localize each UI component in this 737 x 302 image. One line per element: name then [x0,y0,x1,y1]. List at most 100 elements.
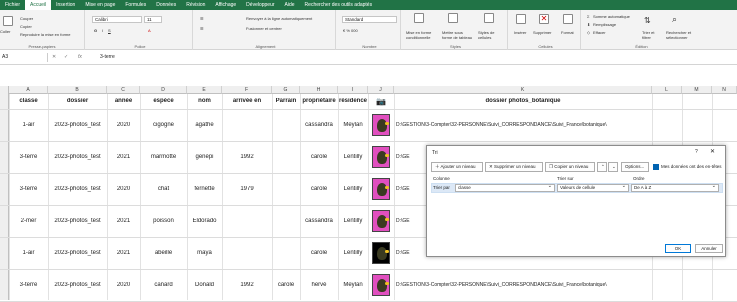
table-cell[interactable]: 2021 [107,250,140,256]
paste-button[interactable]: Coller [0,29,10,34]
table-cell[interactable]: 2023-photos_test [48,122,107,128]
delete-button[interactable]: Supprimer [533,30,551,35]
column-header-a[interactable]: A [9,86,48,94]
header-nom[interactable]: nom [187,98,222,104]
table-cell[interactable]: Lentilly [338,250,368,256]
menu-tab[interactable]: Aide [280,0,300,10]
header-espèce[interactable]: espèce [140,98,187,104]
table-cell[interactable]: 2023-photos_test [48,250,107,256]
menu-tab[interactable]: Rechercher des outils adaptés [300,0,378,10]
table-cell[interactable]: Lentilly [338,218,368,224]
enter-icon[interactable]: ✓ [64,53,68,62]
move-down-button[interactable]: ⌄ [608,162,618,172]
currency-icon[interactable]: € % 000 [343,28,358,33]
align-top-icon[interactable]: ☰ [200,16,204,21]
table-cell[interactable]: carole [272,282,300,288]
menu-tab[interactable]: Révision [181,0,210,10]
header-arrivée en[interactable]: arrivée en [222,98,272,104]
header-Parrain[interactable]: Parrain [272,98,300,104]
format-as-table-button[interactable]: Mettre sous forme de tableau [442,30,474,40]
font-family-select[interactable]: Calibri [92,16,142,23]
photo-thumbnail[interactable] [372,114,390,136]
conditional-format-button[interactable]: Mise en forme conditionnelle [406,30,440,40]
column-header-e[interactable]: E [187,86,222,94]
copy-button[interactable]: Copier [20,24,32,29]
photo-thumbnail[interactable] [372,274,390,296]
column-header-k[interactable]: K [394,86,652,94]
menu-tab[interactable]: Insertion [51,0,80,10]
column-header-d[interactable]: D [140,86,187,94]
column-header-n[interactable]: N [712,86,737,94]
conditional-format-icon[interactable] [414,13,424,23]
table-cell[interactable]: 2021 [107,218,140,224]
table-cell[interactable]: 2023-photos_test [48,218,107,224]
menu-tab[interactable]: Accueil [25,0,52,10]
cancel-icon[interactable]: ✕ [52,53,56,62]
sort-on-select[interactable]: Valeurs de cellule [557,183,629,192]
header-dossier[interactable]: dossier [48,98,107,104]
autosum-button[interactable]: Somme automatique [593,14,630,19]
table-cell[interactable]: 3-terre [9,186,48,192]
fx-icon[interactable]: fx [78,53,82,62]
merge-center-button[interactable]: Fusionner et centrer [246,26,282,31]
format-painter-button[interactable]: Reproduire la mise en forme [20,32,70,37]
underline-icon[interactable]: S [108,28,111,33]
find-icon[interactable]: ⌕ [672,14,677,25]
column-header-j[interactable]: J [368,86,394,94]
table-cell[interactable]: Meylan [338,282,368,288]
sort-filter-button[interactable]: Trier et filtrer [642,30,664,40]
paste-icon[interactable] [3,16,13,26]
has-headers-checkbox[interactable] [653,164,659,170]
fill-icon[interactable]: ⬇ [587,22,590,27]
table-cell[interactable]: cassandra [300,122,338,128]
column-header-g[interactable]: G [272,86,300,94]
table-cell[interactable]: 2021 [107,154,140,160]
close-button[interactable]: ✕ [710,148,715,155]
menu-tab[interactable]: Affichage [210,0,241,10]
find-select-button[interactable]: Rechercher et sélectionner [666,30,698,40]
column-header-i[interactable]: I [338,86,368,94]
column-header-m[interactable]: M [682,86,712,94]
options-button[interactable]: Options... [621,162,649,172]
bold-icon[interactable]: G [94,28,97,33]
format-cells-icon[interactable] [563,14,573,24]
table-cell[interactable]: 2020 [107,282,140,288]
copy-level-button[interactable]: ❐ Copier un niveau [545,162,595,172]
table-cell[interactable]: 1992 [222,154,272,160]
column-header-b[interactable]: B [48,86,107,94]
header-classe[interactable]: classe [9,98,48,104]
delete-level-button[interactable]: ✕ Supprimer un niveau [485,162,543,172]
ok-button[interactable]: OK [665,244,691,253]
table-cell[interactable]: Meylan [338,122,368,128]
sort-filter-icon[interactable]: ⇅ [644,16,651,25]
table-cell[interactable]: Eldorado [187,218,222,224]
header-résidence[interactable]: résidence [338,98,368,104]
table-cell[interactable]: carole [300,186,338,192]
table-cell[interactable]: Donald [187,282,222,288]
table-cell[interactable]: D:\GESTION\3-Compter\32-PERSONNE\Suivi_C… [394,122,737,128]
header-propriétaire[interactable]: propriétaire [300,98,338,104]
table-cell[interactable]: cassandra [300,218,338,224]
font-color-icon[interactable]: A [148,28,151,33]
align-left-icon[interactable]: ☰ [200,26,204,31]
photo-thumbnail[interactable] [372,178,390,200]
photo-thumbnail[interactable] [372,146,390,168]
table-cell[interactable]: 3-terre [9,154,48,160]
table-cell[interactable]: 2023-photos_test [48,154,107,160]
menu-tab[interactable]: Développeur [241,0,279,10]
menu-tab[interactable]: Formules [120,0,151,10]
autosum-icon[interactable]: Σ [587,14,589,19]
clear-icon[interactable]: ◇ [587,30,590,35]
table-cell[interactable]: Lentilly [338,154,368,160]
table-cell[interactable]: hervé [300,282,338,288]
table-cell[interactable]: 2020 [107,122,140,128]
delete-cells-icon[interactable]: ✕ [539,14,549,24]
number-format-select[interactable]: Standard [342,16,397,23]
insert-cells-icon[interactable] [516,14,526,24]
table-cell[interactable]: carole [300,154,338,160]
insert-button[interactable]: Insérer [514,30,526,35]
header-année[interactable]: année [107,98,140,104]
name-box[interactable]: A3 [0,53,48,62]
table-cell[interactable]: maya [187,250,222,256]
move-up-button[interactable]: ⌃ [597,162,607,172]
